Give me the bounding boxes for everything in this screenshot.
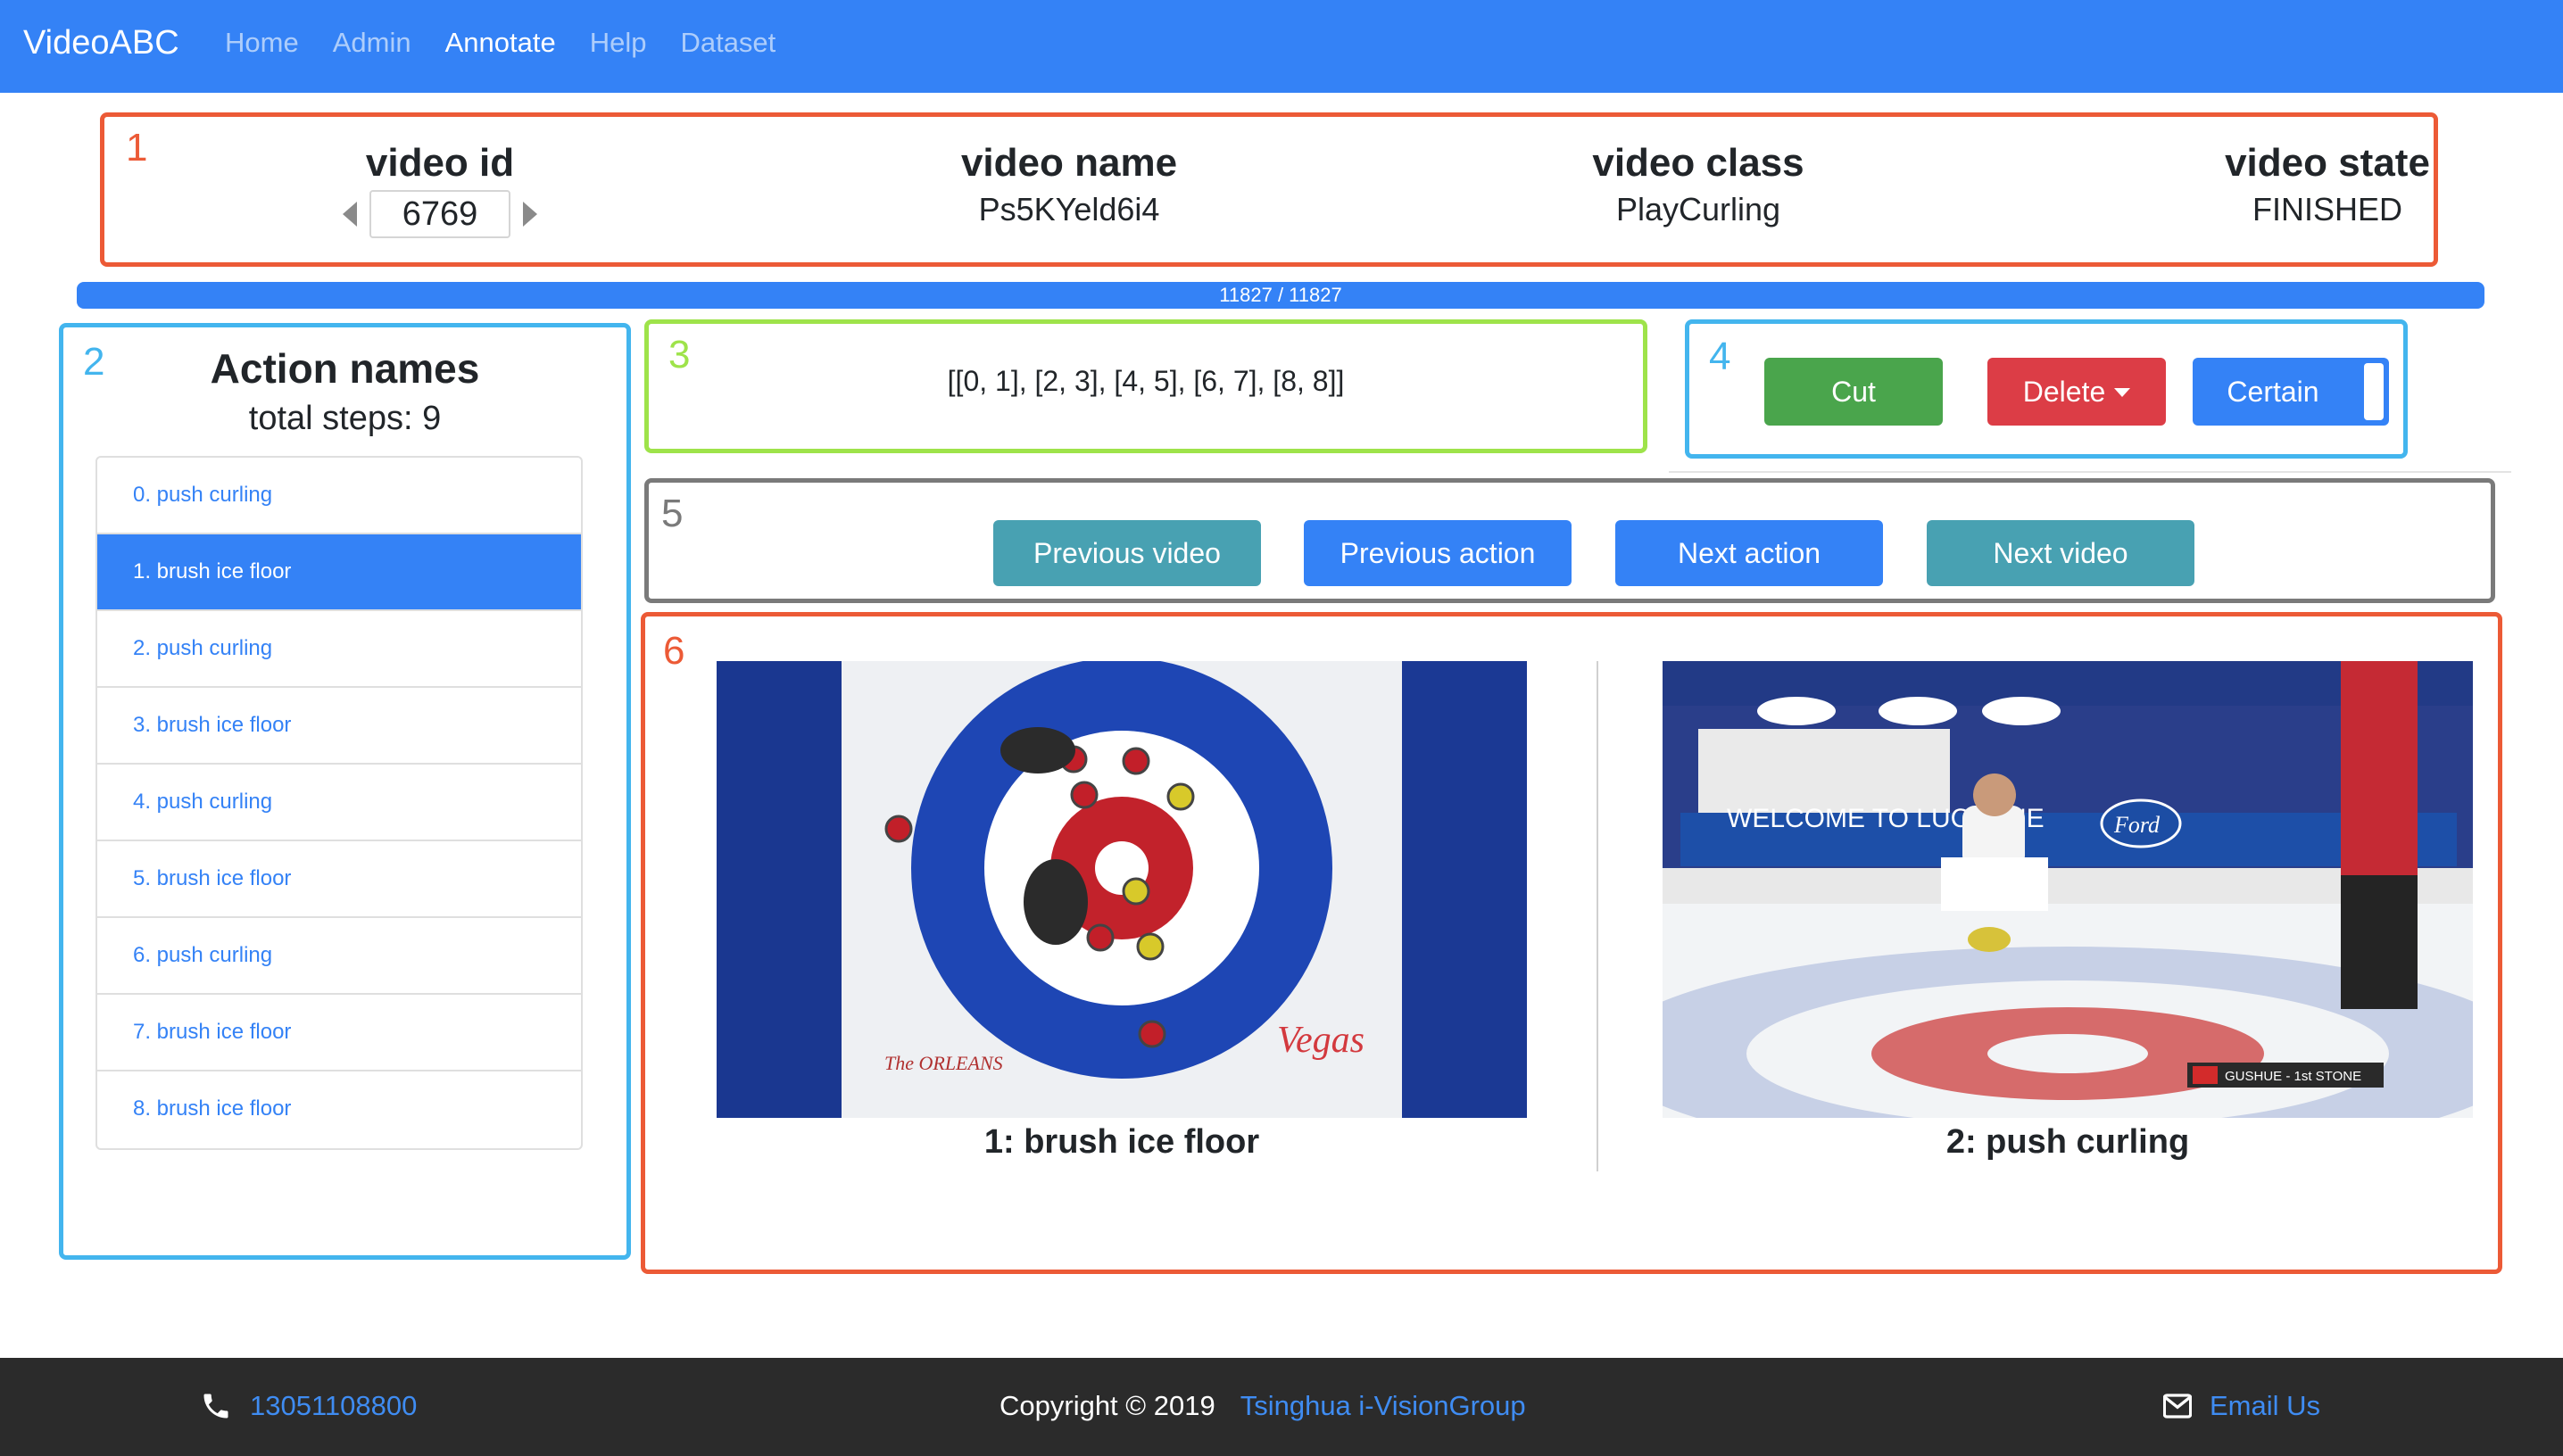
right-frame-caption: 2: push curling [1945,1123,2190,1161]
email-link[interactable]: Email Us [2210,1388,2320,1424]
divider [1669,471,2511,473]
video-name-value: Ps5KYeld6i4 [978,191,1160,228]
video-id-group: video id 6769 [217,140,663,238]
brand-logo[interactable]: VideoABC [23,21,179,64]
list-item[interactable]: 1. brush ice floor [97,534,581,611]
action-list: 0. push curling 1. brush ice floor 2. pu… [95,456,583,1150]
footer-phone: 13051108800 [200,1388,417,1424]
certain-toggle-button[interactable]: Certain [2193,358,2389,426]
nav-link-help[interactable]: Help [590,25,647,61]
video-state-group: video state FINISHED [2104,140,2551,229]
previous-action-button[interactable]: Previous action [1304,520,1572,586]
phone-link[interactable]: 13051108800 [250,1388,417,1424]
video-state-label: video state [2225,141,2430,185]
section-number: 1 [126,126,148,170]
list-item[interactable]: 7. brush ice floor [97,995,581,1071]
left-video-frame[interactable]: Vegas The ORLEANS [717,661,1527,1118]
progress-fill: 11827 / 11827 [77,282,2484,309]
section-number: 6 [663,629,685,673]
video-class-group: video class PlayCurling [1475,140,1921,229]
left-frame-caption: 1: brush ice floor [983,1123,1260,1161]
section-number: 4 [1709,335,1731,378]
list-item[interactable]: 4. push curling [97,765,581,841]
segments-panel: 3 [[0, 1], [2, 3], [4, 5], [6, 7], [8, 8… [644,319,1647,453]
delete-label: Delete [2022,376,2106,408]
top-navbar: VideoABC Home Admin Annotate Help Datase… [0,0,2563,93]
right-video-frame[interactable]: WELCOME TO LUCERNE Ford GUSHUE - 1st STO… [1663,661,2473,1118]
navigation-panel: 5 Previous video Previous action Next ac… [644,478,2495,603]
footer-copyright: Copyright © 2019 Tsinghua i-VisionGroup [999,1388,1526,1424]
video-id-label: video id [365,141,515,185]
action-names-panel: 2 Action names total steps: 9 0. push cu… [59,323,631,1260]
video-name-label: video name [960,141,1178,185]
curling-house-image: Vegas The ORLEANS [717,661,1527,1118]
group-link[interactable]: Tsinghua i-VisionGroup [1240,1390,1526,1421]
video-info-panel: 1 video id 6769 video name Ps5KYeld6i4 v… [100,112,2438,267]
copyright-text: Copyright © 2019 [999,1390,1215,1421]
footer: 13051108800 Copyright © 2019 Tsinghua i-V… [0,1358,2563,1456]
total-steps-text: total steps: 9 [248,400,442,437]
action-names-title: Action names [210,345,480,392]
certain-label: Certain [2227,376,2319,408]
previous-video-button[interactable]: Previous video [993,520,1261,586]
video-state-value: FINISHED [2252,191,2402,228]
nav-link-admin[interactable]: Admin [333,25,411,61]
list-item[interactable]: 5. brush ice floor [97,841,581,918]
toggle-knob[interactable] [2364,363,2384,420]
list-item[interactable]: 6. push curling [97,918,581,995]
nav-link-annotate[interactable]: Annotate [445,25,556,61]
next-video-button[interactable]: Next video [1927,520,2194,586]
list-item[interactable]: 3. brush ice floor [97,688,581,765]
preview-panel: 6 Vegas The ORLEANS 1: brush ice floor W… [641,612,2502,1274]
next-action-button[interactable]: Next action [1615,520,1883,586]
list-item[interactable]: 2. push curling [97,611,581,688]
list-item[interactable]: 0. push curling [97,458,581,534]
section-number: 5 [661,492,684,535]
video-class-value: PlayCurling [1615,191,1781,228]
curling-player-image: WELCOME TO LUCERNE Ford GUSHUE - 1st STO… [1663,661,2473,1118]
list-item[interactable]: 8. brush ice floor [97,1071,581,1148]
video-class-label: video class [1592,141,1804,185]
vegas-logo-text: Vegas [1277,1020,1364,1061]
nav-link-home[interactable]: Home [225,25,299,61]
next-id-arrow-icon[interactable] [523,202,537,227]
nav-links: Home Admin Annotate Help Dataset [225,25,809,61]
segments-text: [[0, 1], [2, 3], [4, 5], [6, 7], [8, 8]] [947,365,1345,397]
envelope-icon [2163,1394,2192,1419]
footer-email: Email Us [2163,1388,2320,1424]
delete-dropdown-button[interactable]: Delete [1987,358,2166,426]
progress-bar: 11827 / 11827 [77,282,2484,309]
frame-separator [1597,661,1598,1171]
player-tag-text: GUSHUE - 1st STONE [2225,1069,2361,1084]
nav-link-dataset[interactable]: Dataset [680,25,776,61]
video-name-group: video name Ps5KYeld6i4 [846,140,1292,229]
phone-icon [203,1394,228,1419]
caret-down-icon [2114,387,2131,397]
cut-label: Cut [1831,376,1876,408]
video-id-input[interactable]: 6769 [369,190,510,238]
cut-button[interactable]: Cut [1764,358,1943,426]
orleans-logo-text: The ORLEANS [884,1052,1003,1074]
edit-tools-panel: 4 Cut Delete Certain [1685,319,2408,459]
ford-logo-text: Ford [2113,812,2161,838]
previous-id-arrow-icon[interactable] [343,202,357,227]
